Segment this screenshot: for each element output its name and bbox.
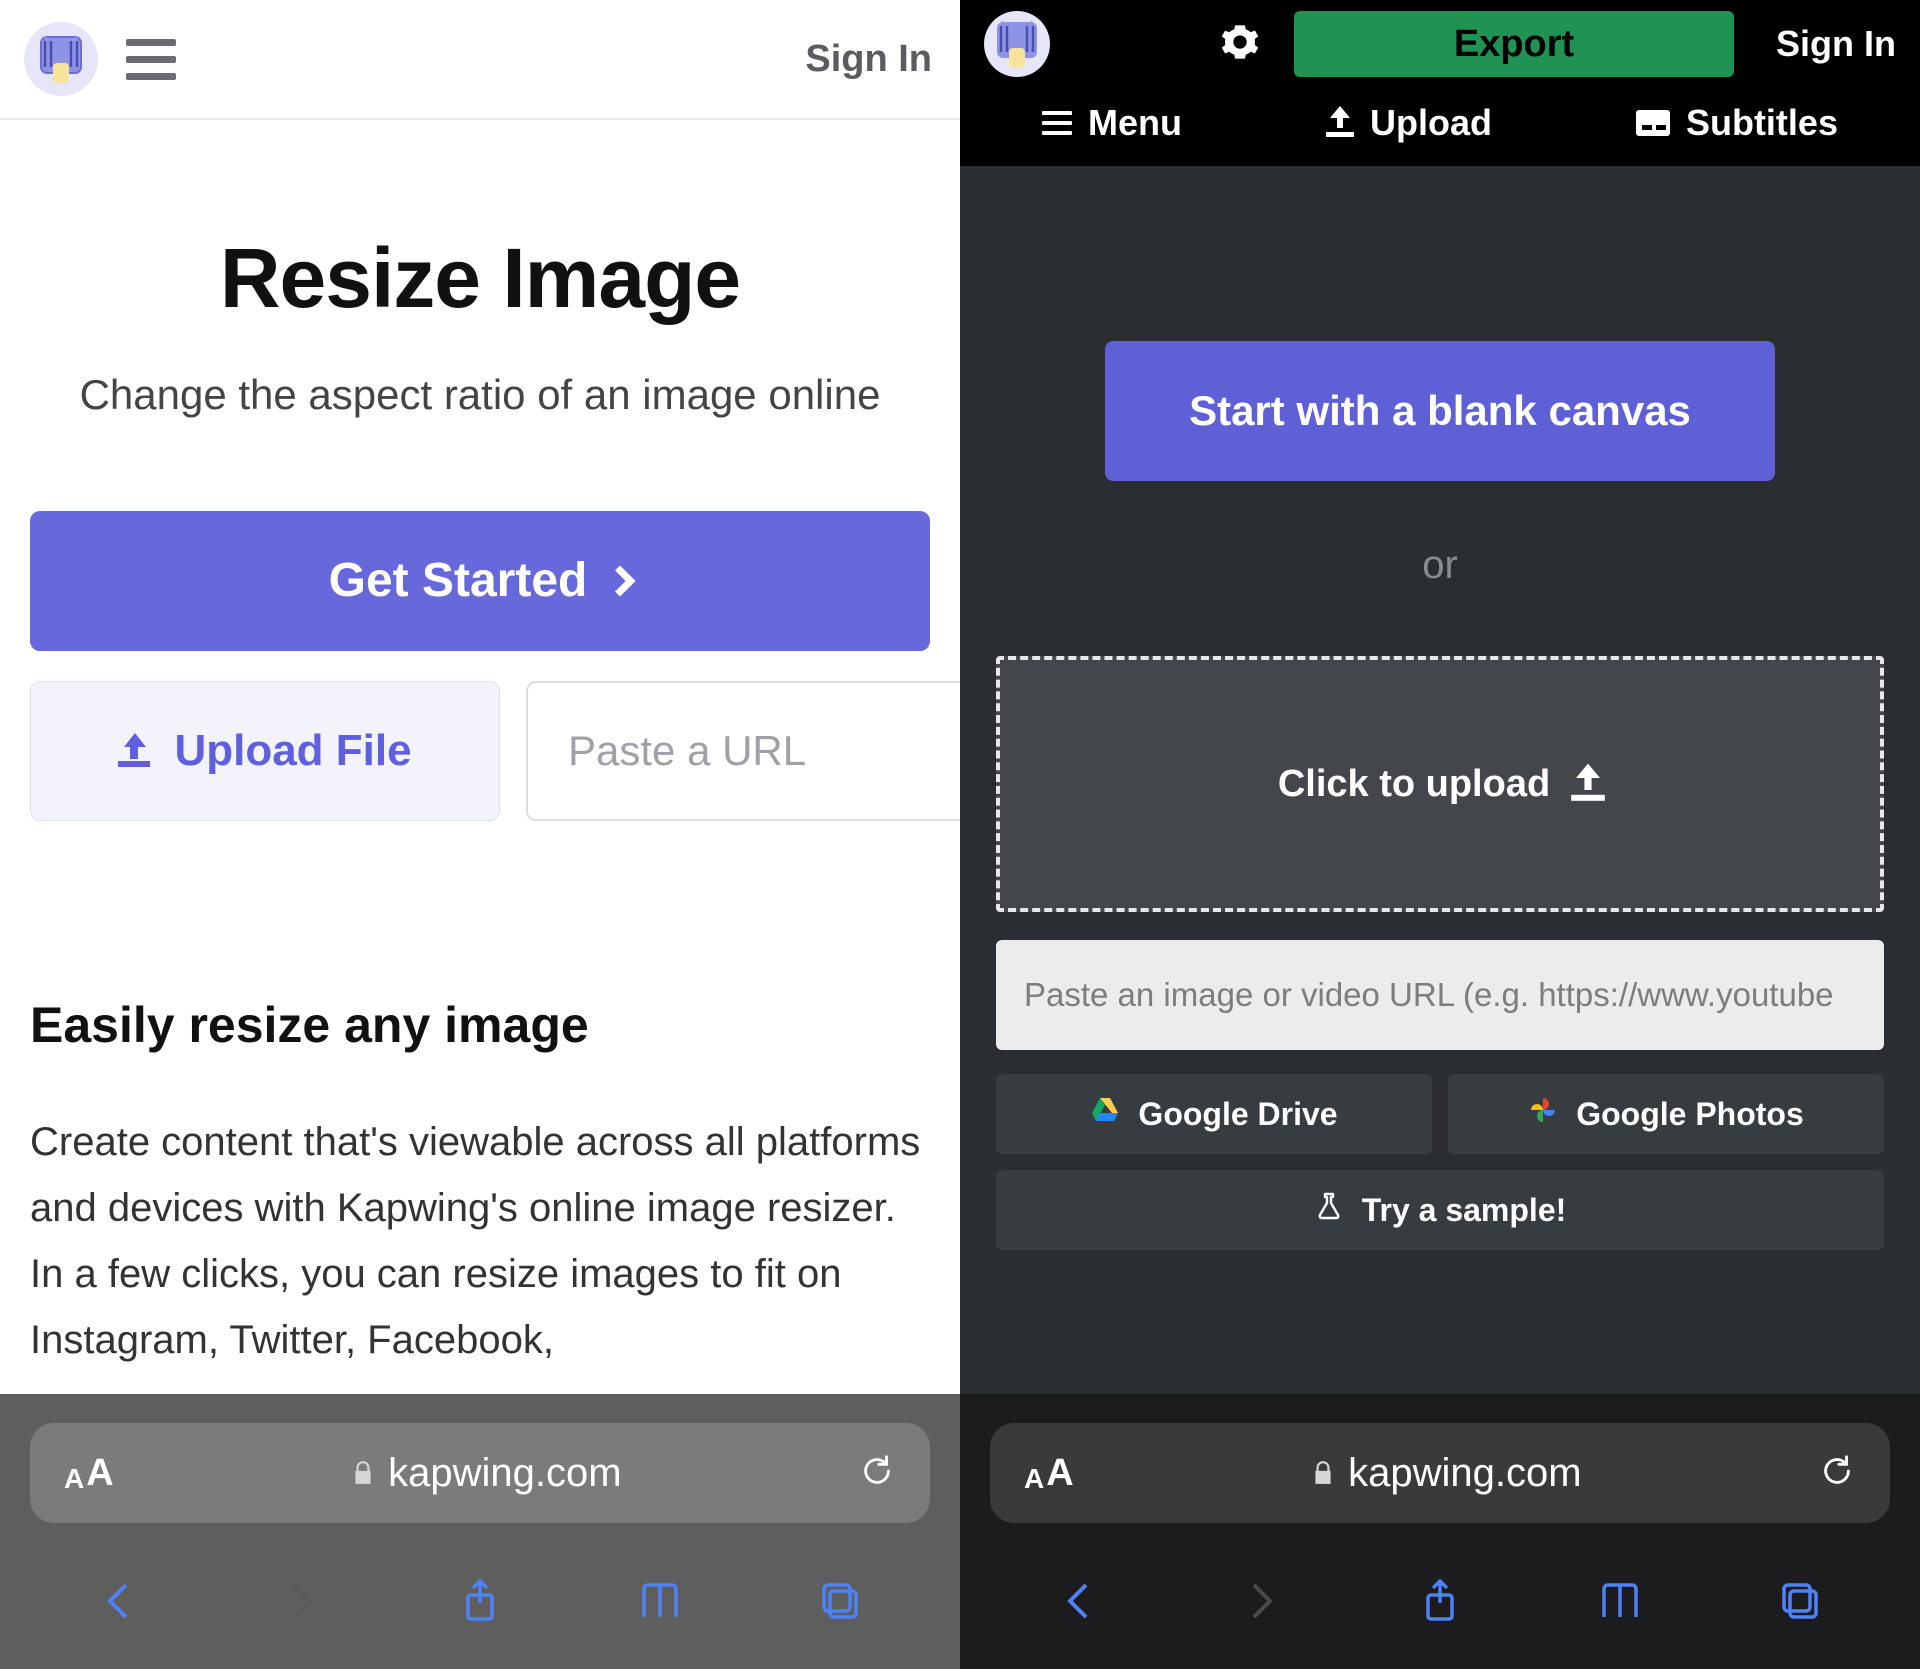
get-started-button[interactable]: Get Started	[30, 511, 930, 651]
upload-icon	[1326, 109, 1354, 137]
google-photos-label: Google Photos	[1576, 1096, 1804, 1133]
upload-icon	[1571, 767, 1605, 801]
url-domain-text: kapwing.com	[1348, 1451, 1581, 1496]
url-domain-text: kapwing.com	[388, 1451, 621, 1496]
header-bar: Sign In	[0, 0, 960, 120]
reload-icon[interactable]	[858, 1452, 896, 1495]
share-button[interactable]	[1412, 1573, 1468, 1629]
google-drive-icon	[1090, 1095, 1120, 1133]
tab-upload[interactable]: Upload	[1326, 102, 1492, 144]
tab-subtitles-label: Subtitles	[1686, 102, 1838, 144]
editor-tabs: Menu Upload Subtitles	[960, 88, 1920, 166]
left-screenshot: Sign In Resize Image Change the aspect r…	[0, 0, 960, 1669]
upload-dropzone[interactable]: Click to upload	[996, 656, 1884, 912]
cat-logo-icon	[991, 18, 1043, 70]
media-url-input[interactable]	[996, 940, 1884, 1050]
safari-bottom-chrome: AA kapwing.com	[0, 1394, 960, 1669]
tab-menu-label: Menu	[1088, 102, 1182, 144]
reload-icon[interactable]	[1818, 1452, 1856, 1495]
text-size-icon[interactable]: AA	[1024, 1452, 1074, 1495]
try-sample-button[interactable]: Try a sample!	[996, 1170, 1884, 1250]
google-drive-button[interactable]: Google Drive	[996, 1074, 1432, 1154]
sign-in-link[interactable]: Sign In	[805, 38, 932, 81]
url-bar-container: AA kapwing.com	[0, 1394, 960, 1552]
section-body-text: Create content that's viewable across al…	[30, 1109, 930, 1373]
tab-menu[interactable]: Menu	[1042, 102, 1182, 144]
settings-button[interactable]	[1220, 22, 1260, 67]
share-button[interactable]	[452, 1573, 508, 1629]
url-display: kapwing.com	[128, 1451, 844, 1496]
google-photos-icon	[1528, 1095, 1558, 1133]
export-button[interactable]: Export	[1294, 11, 1734, 77]
or-separator: or	[1422, 543, 1458, 588]
dropzone-label: Click to upload	[1278, 763, 1550, 806]
upload-icon	[118, 735, 150, 767]
tabs-button[interactable]	[1772, 1573, 1828, 1629]
import-source-row: Google Drive Google Photos	[996, 1074, 1884, 1154]
try-sample-label: Try a sample!	[1362, 1192, 1567, 1229]
bookmarks-button[interactable]	[632, 1573, 688, 1629]
google-photos-button[interactable]: Google Photos	[1448, 1074, 1884, 1154]
url-bar[interactable]: AA kapwing.com	[30, 1423, 930, 1523]
lock-icon	[350, 1451, 376, 1496]
hamburger-menu-icon[interactable]	[126, 39, 176, 80]
header-left-group	[24, 22, 176, 96]
section-heading: Easily resize any image	[30, 996, 930, 1054]
lock-icon	[1310, 1451, 1336, 1496]
tab-subtitles[interactable]: Subtitles	[1636, 102, 1838, 144]
safari-toolbar	[0, 1552, 960, 1669]
upload-file-button[interactable]: Upload File	[30, 681, 500, 821]
url-display: kapwing.com	[1088, 1451, 1804, 1496]
flask-icon	[1314, 1191, 1344, 1229]
back-button[interactable]	[92, 1573, 148, 1629]
url-bar-container: AA kapwing.com	[960, 1394, 1920, 1552]
get-started-label: Get Started	[329, 553, 588, 608]
subtitles-icon	[1636, 110, 1670, 136]
gear-icon	[1220, 22, 1260, 62]
back-button[interactable]	[1052, 1573, 1108, 1629]
paste-url-input[interactable]	[526, 681, 960, 821]
tab-upload-label: Upload	[1370, 102, 1492, 144]
menu-icon	[1042, 111, 1072, 135]
secondary-actions-row: Upload File	[30, 681, 930, 821]
safari-toolbar	[960, 1552, 1920, 1669]
page-subtitle: Change the aspect ratio of an image onli…	[30, 365, 930, 426]
url-bar[interactable]: AA kapwing.com	[990, 1423, 1890, 1523]
sign-in-link[interactable]: Sign In	[1776, 23, 1896, 65]
right-screenshot: Export Sign In Menu Upload Subtitles Sta…	[960, 0, 1920, 1669]
editor-topbar: Export Sign In	[960, 0, 1920, 88]
forward-button[interactable]	[272, 1573, 328, 1629]
bookmarks-button[interactable]	[1592, 1573, 1648, 1629]
start-blank-canvas-button[interactable]: Start with a blank canvas	[1105, 341, 1775, 481]
chevron-right-icon	[605, 565, 636, 596]
page-title: Resize Image	[30, 230, 930, 327]
text-size-icon[interactable]: AA	[64, 1452, 114, 1495]
sample-row: Try a sample!	[996, 1170, 1884, 1250]
tabs-button[interactable]	[812, 1573, 868, 1629]
upload-file-label: Upload File	[174, 726, 411, 776]
google-drive-label: Google Drive	[1138, 1096, 1337, 1133]
safari-bottom-chrome: AA kapwing.com	[960, 1394, 1920, 1669]
kapwing-logo[interactable]	[984, 11, 1050, 77]
cat-logo-icon	[35, 33, 87, 85]
forward-button[interactable]	[1232, 1573, 1288, 1629]
kapwing-logo[interactable]	[24, 22, 98, 96]
